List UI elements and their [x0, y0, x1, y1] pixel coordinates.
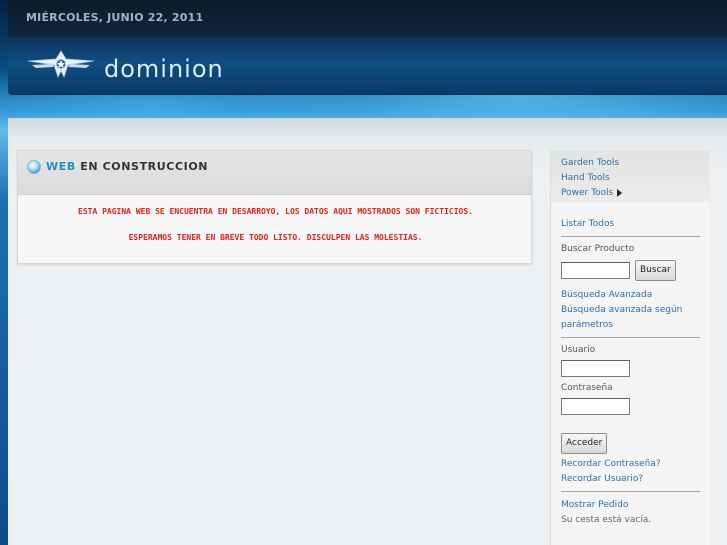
notice-line-1: ESTA PAGINA WEB SE ENCUENTRA EN DESARROY… — [78, 207, 473, 216]
top-bar: MIÉRCOLES, JUNIO 22, 2011 — [8, 0, 727, 37]
site-logo[interactable]: dominion — [26, 47, 246, 83]
search-label: Buscar Producto — [561, 244, 635, 254]
advanced-search-link[interactable]: Búsqueda Avanzada — [561, 288, 700, 303]
cart-status: Su cesta está vacía. — [561, 515, 652, 525]
winged-star-logo-icon — [27, 50, 95, 79]
sphere-bullet-icon — [27, 160, 41, 174]
sidebar: Garden Tools Hand Tools Power Tools List… — [550, 150, 710, 545]
login-button[interactable]: Acceder — [561, 433, 608, 454]
content-area: WEB EN CONSTRUCCION ESTA PAGINA WEB SE E… — [8, 118, 727, 545]
search-input[interactable] — [561, 262, 630, 279]
notice-line-2: ESPERAMOS TENER EN BREVE TODO LISTO. DIS… — [128, 233, 423, 242]
advanced-params-line1: Búsqueda avanzada según — [561, 305, 683, 315]
panel-title: WEB EN CONSTRUCCION — [46, 160, 208, 173]
search-button[interactable]: Buscar — [635, 260, 676, 281]
user-label: Usuario — [561, 345, 596, 355]
password-label: Contraseña — [561, 383, 613, 393]
logo-text: dominion — [104, 55, 224, 83]
submenu-arrow-icon — [617, 188, 623, 197]
advanced-params-line2: parámetros — [561, 320, 613, 330]
password-field[interactable] — [561, 398, 630, 415]
panel-title-rest: EN CONSTRUCCION — [80, 160, 209, 173]
show-order-link[interactable]: Mostrar Pedido — [561, 498, 700, 513]
category-garden-tools[interactable]: Garden Tools — [561, 156, 700, 171]
list-all-link[interactable]: Listar Todos — [561, 217, 700, 232]
category-power-tools[interactable]: Power Tools — [561, 186, 700, 201]
forgot-user-link[interactable]: Recordar Usuario? — [561, 472, 700, 487]
main-panel: WEB EN CONSTRUCCION ESTA PAGINA WEB SE E… — [17, 150, 532, 264]
category-power-tools-label: Power Tools — [561, 188, 614, 198]
category-menu: Garden Tools Hand Tools Power Tools — [551, 150, 710, 202]
panel-title-accent: WEB — [46, 160, 76, 173]
forgot-password-link[interactable]: Recordar Contraseña? — [561, 457, 700, 472]
panel-header: WEB EN CONSTRUCCION — [18, 151, 531, 195]
user-field[interactable] — [561, 360, 630, 377]
current-date: MIÉRCOLES, JUNIO 22, 2011 — [26, 11, 204, 24]
header-banner: dominion — [8, 37, 727, 95]
category-hand-tools[interactable]: Hand Tools — [561, 171, 700, 186]
advanced-params-link[interactable]: Búsqueda avanzada según parámetros — [561, 303, 700, 333]
